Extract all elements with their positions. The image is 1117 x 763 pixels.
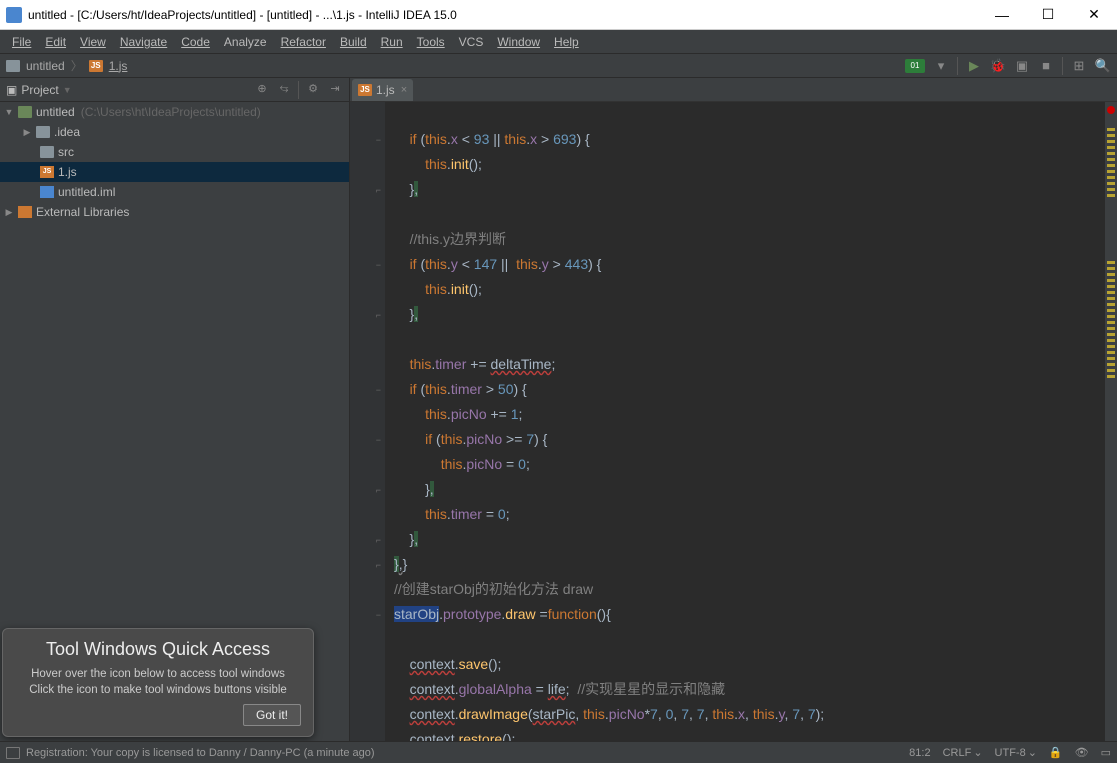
file-encoding[interactable]: UTF-8 ⌄ bbox=[995, 746, 1037, 759]
menu-window[interactable]: Window bbox=[491, 33, 546, 51]
stop-icon[interactable]: ■ bbox=[1038, 58, 1054, 74]
quick-access-tooltip: Tool Windows Quick Access Hover over the… bbox=[2, 628, 314, 737]
tool-window-toggle-icon[interactable] bbox=[6, 747, 20, 759]
project-sidebar: ▣ Project ▼ ⊕ ⥃ ⚙ ⇥ ▼ untitled (C:\Users… bbox=[0, 78, 350, 741]
menu-analyze[interactable]: Analyze bbox=[218, 33, 273, 51]
lock-icon[interactable]: 🔒 bbox=[1049, 746, 1063, 759]
menu-vcs[interactable]: VCS bbox=[453, 33, 490, 51]
menu-code[interactable]: Code bbox=[175, 33, 216, 51]
inspector-icon[interactable]: 👁 bbox=[1075, 746, 1089, 759]
navigation-bar: untitled 〉 JS 1.js 01 ▾ ▶ 🐞 ▣ ■ ⊞ 🔍 bbox=[0, 54, 1117, 78]
dropdown-icon[interactable]: ▼ bbox=[63, 85, 72, 95]
window-titlebar: untitled - [C:/Users/ht/IdeaProjects/unt… bbox=[0, 0, 1117, 30]
js-file-icon: JS bbox=[40, 166, 54, 178]
tree-idea-folder[interactable]: ▶ .idea bbox=[0, 122, 349, 142]
line-separator[interactable]: CRLF ⌄ bbox=[943, 746, 983, 759]
editor-gutter[interactable]: − ⌐ − ⌐ − − ⌐ ⌐ ⌐ − bbox=[350, 102, 386, 741]
tree-file-1js[interactable]: JS 1.js bbox=[0, 162, 349, 182]
debug-icon[interactable]: 🐞 bbox=[990, 58, 1006, 74]
breadcrumb-project[interactable]: untitled bbox=[26, 59, 65, 73]
structure-icon[interactable]: ⊞ bbox=[1071, 58, 1087, 74]
tooltip-body: Hover over the icon below to access tool… bbox=[15, 666, 301, 698]
tab-label: 1.js bbox=[376, 83, 395, 97]
menu-help[interactable]: Help bbox=[548, 33, 585, 51]
tree-root[interactable]: ▼ untitled (C:\Users\ht\IdeaProjects\unt… bbox=[0, 102, 349, 122]
iml-file-icon bbox=[40, 186, 54, 198]
project-tool-header: ▣ Project ▼ ⊕ ⥃ ⚙ ⇥ bbox=[0, 78, 349, 102]
close-icon[interactable]: × bbox=[401, 84, 407, 96]
menu-run[interactable]: Run bbox=[375, 33, 409, 51]
dropdown-config[interactable]: ▾ bbox=[933, 58, 949, 74]
coverage-icon[interactable]: ▣ bbox=[1014, 58, 1030, 74]
menu-tools[interactable]: Tools bbox=[411, 33, 451, 51]
statusbar: Registration: Your copy is licensed to D… bbox=[0, 741, 1117, 763]
app-icon bbox=[6, 7, 22, 23]
folder-icon bbox=[36, 126, 50, 138]
collapse-all-icon[interactable]: ⥃ bbox=[276, 81, 292, 97]
error-stripe[interactable] bbox=[1105, 102, 1117, 741]
menu-view[interactable]: View bbox=[74, 33, 112, 51]
binary-badge-icon[interactable]: 01 bbox=[905, 59, 925, 73]
hide-icon[interactable]: ⇥ bbox=[327, 81, 343, 97]
window-title: untitled - [C:/Users/ht/IdeaProjects/unt… bbox=[28, 8, 979, 22]
library-icon bbox=[18, 206, 32, 218]
got-it-button[interactable]: Got it! bbox=[243, 704, 301, 726]
scroll-from-source-icon[interactable]: ⊕ bbox=[254, 81, 270, 97]
error-marker-icon[interactable] bbox=[1107, 106, 1115, 114]
editor-tabs: JS 1.js × bbox=[350, 78, 1117, 102]
js-file-icon: JS bbox=[358, 84, 372, 96]
caret-position[interactable]: 81:2 bbox=[909, 747, 930, 759]
folder-icon bbox=[6, 60, 20, 72]
module-folder-icon bbox=[18, 106, 32, 118]
js-file-icon: JS bbox=[89, 60, 103, 72]
project-title[interactable]: Project bbox=[21, 83, 58, 97]
editor-area: JS 1.js × − ⌐ − ⌐ − − ⌐ bbox=[350, 78, 1117, 741]
menu-navigate[interactable]: Navigate bbox=[114, 33, 173, 51]
close-button[interactable]: ✕ bbox=[1071, 0, 1117, 30]
project-view-icon: ▣ bbox=[6, 83, 17, 97]
tree-external-libraries[interactable]: ▶ External Libraries bbox=[0, 202, 349, 222]
code-editor[interactable]: if (this.x < 93 || this.x > 693) { this.… bbox=[386, 102, 1105, 741]
menu-build[interactable]: Build bbox=[334, 33, 373, 51]
breadcrumb-file[interactable]: 1.js bbox=[109, 59, 128, 73]
run-icon[interactable]: ▶ bbox=[966, 58, 982, 74]
menu-file[interactable]: File bbox=[6, 33, 37, 51]
menu-refactor[interactable]: Refactor bbox=[275, 33, 332, 51]
tab-1js[interactable]: JS 1.js × bbox=[352, 79, 413, 101]
folder-icon bbox=[40, 146, 54, 158]
tree-src-folder[interactable]: src bbox=[0, 142, 349, 162]
maximize-button[interactable]: ☐ bbox=[1025, 0, 1071, 30]
status-message: Registration: Your copy is licensed to D… bbox=[26, 747, 375, 759]
tooltip-title: Tool Windows Quick Access bbox=[15, 639, 301, 660]
minimize-button[interactable]: — bbox=[979, 0, 1025, 30]
menu-edit[interactable]: Edit bbox=[39, 33, 72, 51]
menubar: File Edit View Navigate Code Analyze Ref… bbox=[0, 30, 1117, 54]
notifications-icon[interactable]: ▭ bbox=[1101, 746, 1111, 759]
gear-icon[interactable]: ⚙ bbox=[305, 81, 321, 97]
search-icon[interactable]: 🔍 bbox=[1095, 58, 1111, 74]
tree-file-iml[interactable]: untitled.iml bbox=[0, 182, 349, 202]
